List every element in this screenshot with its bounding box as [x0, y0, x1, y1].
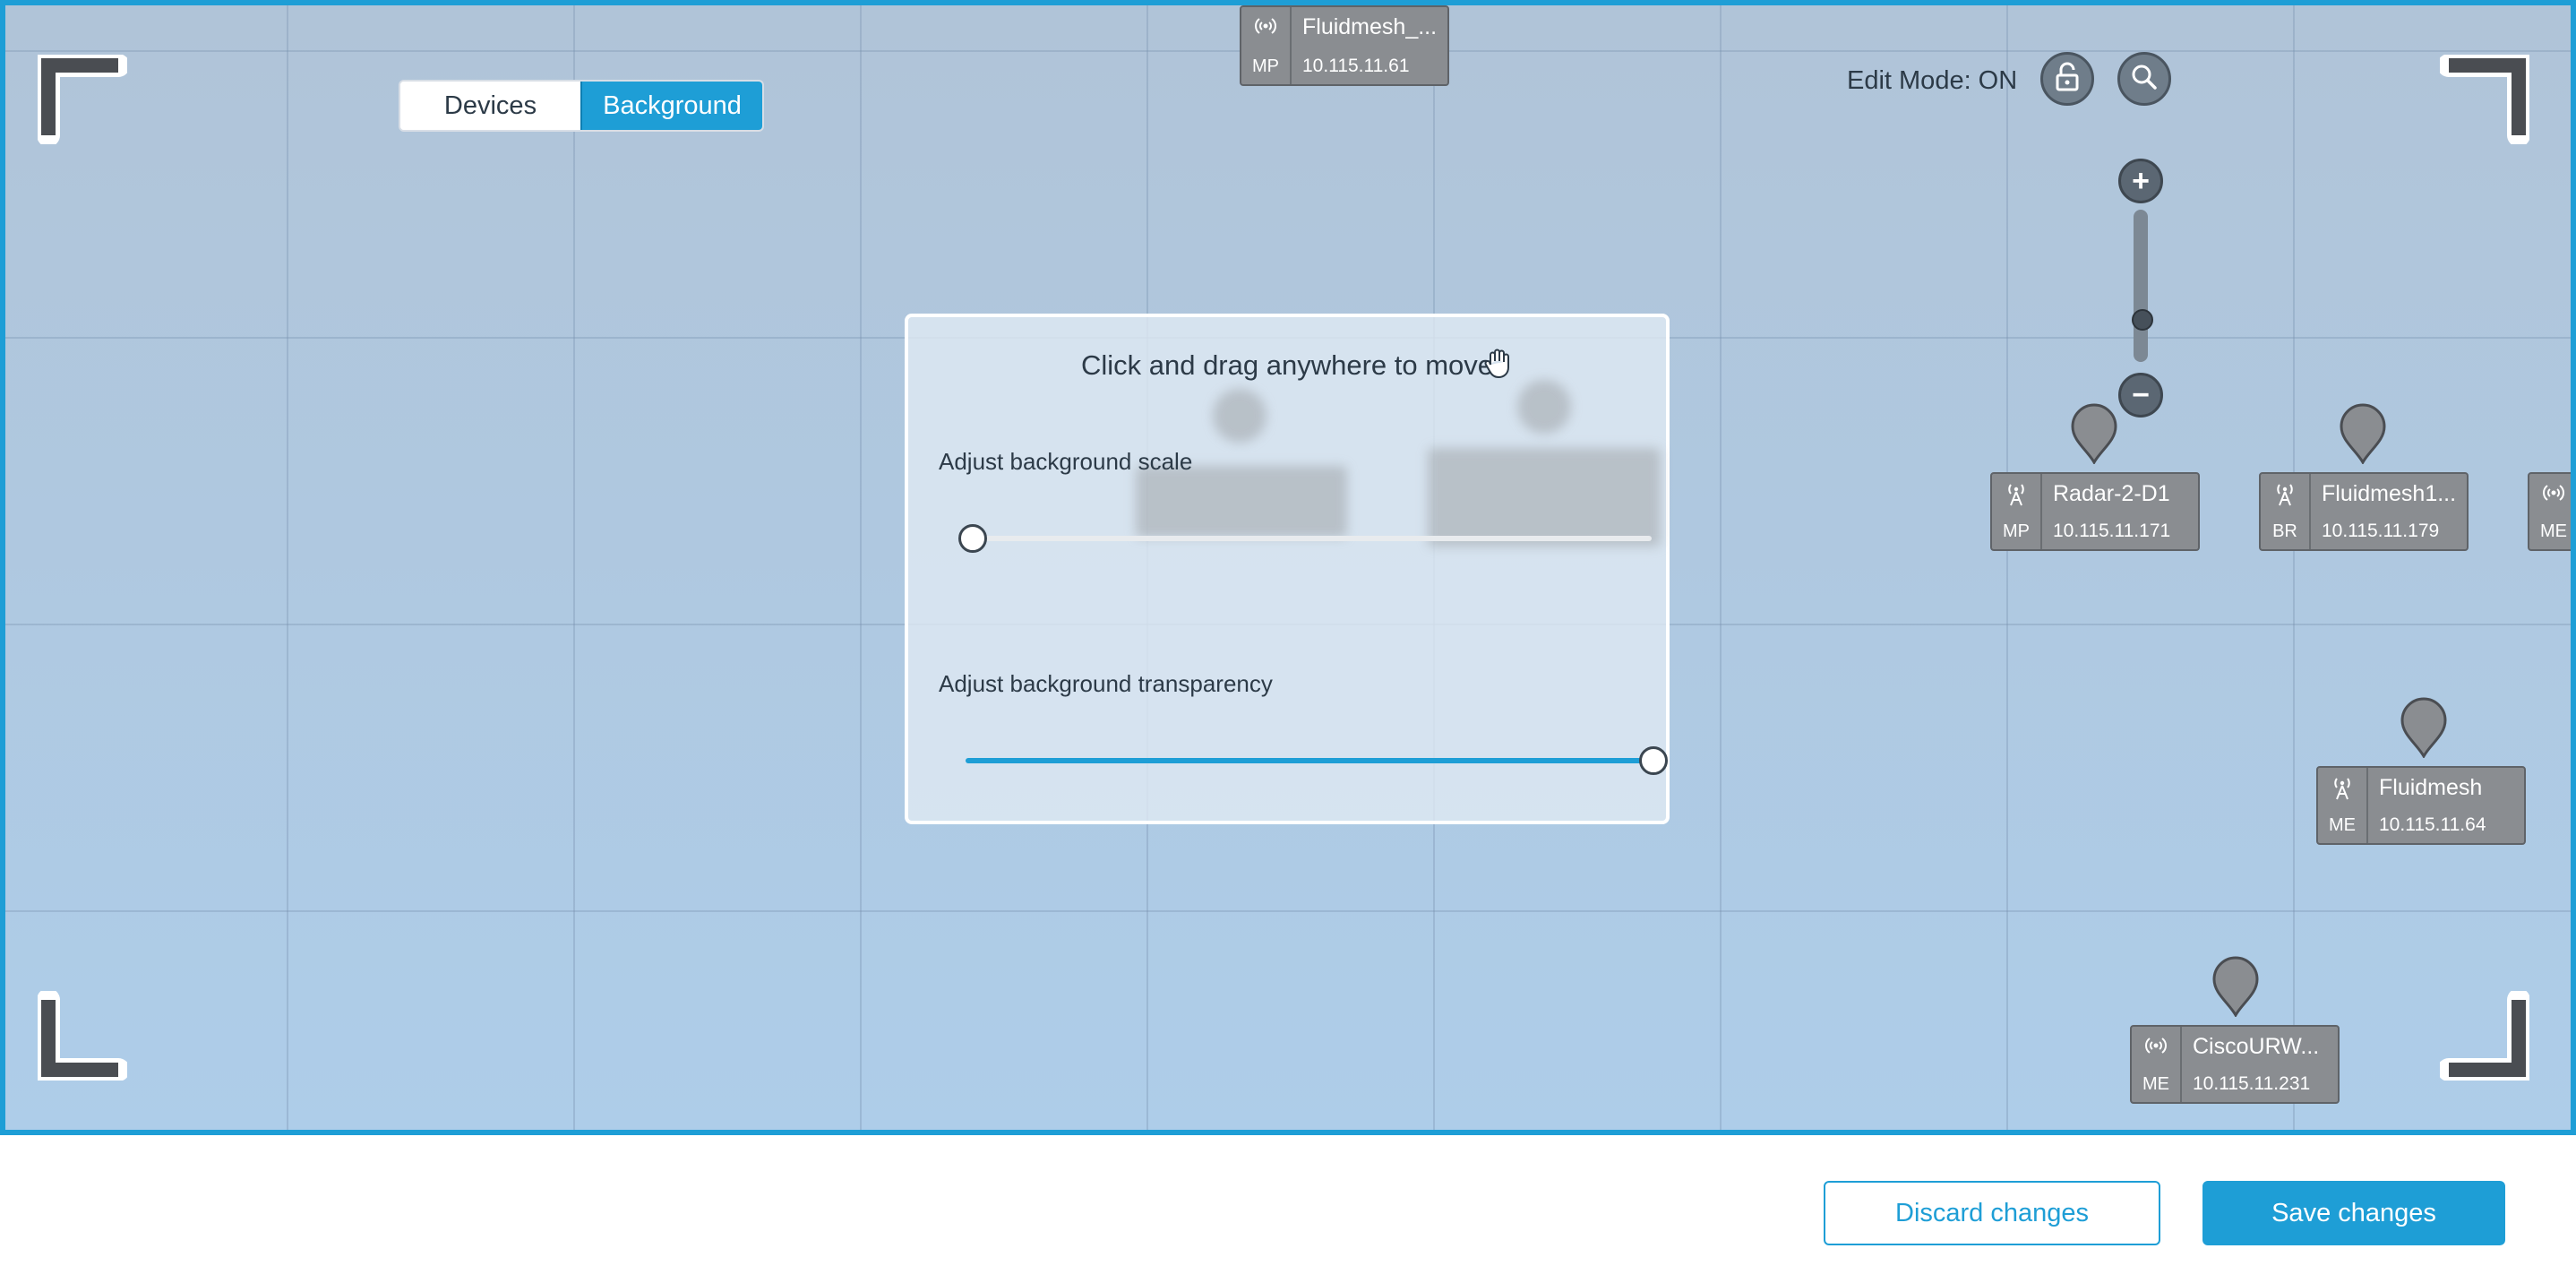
device-ip: 10.115.11.64 [2379, 814, 2486, 835]
corner-bracket-bottom-left [38, 991, 127, 1081]
edit-mode-label: Edit Mode: ON [1847, 66, 2018, 95]
device-card[interactable]: ME [2528, 472, 2571, 551]
blurred-device-ghost [1428, 448, 1661, 547]
map-pin-icon [2338, 403, 2388, 464]
corner-bracket-bottom-right [2440, 991, 2529, 1081]
map-pin-icon [2211, 956, 2261, 1017]
device-name: CiscoURW... [2193, 1034, 2320, 1059]
hand-grab-icon [1481, 346, 1516, 380]
panel-title: Click and drag anywhere to move [1080, 349, 1494, 381]
view-toggle: Devices Background [399, 80, 764, 132]
antenna-tower-icon [2332, 777, 2352, 805]
save-changes-button[interactable]: Save changes [2202, 1181, 2505, 1245]
blurred-pin-ghost [1213, 389, 1267, 443]
antenna-icon [1254, 16, 1277, 40]
scale-slider-track[interactable] [971, 536, 1652, 541]
map-pin-icon [2069, 403, 2119, 464]
device-name: Fluidmesh1... [2322, 481, 2457, 506]
device-name: Fluidmesh_... [1302, 14, 1438, 39]
antenna-icon [2144, 1036, 2168, 1060]
devices-tab[interactable]: Devices [400, 82, 580, 130]
zoom-slider-thumb[interactable] [2132, 309, 2153, 331]
device-ip: 10.115.11.231 [2193, 1073, 2311, 1094]
transparency-label: Adjust background transparency [939, 670, 1273, 697]
blurred-device-ghost [1136, 466, 1347, 538]
device-card[interactable]: ME CiscoURW... 10.115.11.231 [2130, 1025, 2340, 1104]
device-role: ME [2540, 521, 2567, 541]
scale-slider-thumb[interactable] [958, 524, 987, 553]
antenna-icon [2542, 483, 2565, 507]
corner-bracket-top-left [38, 55, 127, 144]
background-adjust-panel[interactable]: Click and drag anywhere to move Adjust b… [905, 314, 1670, 824]
device-card[interactable]: MP Radar-2-D1 10.115.11.171 [1990, 472, 2200, 551]
device-ip: 10.115.11.171 [2053, 521, 2171, 541]
device-role: ME [2142, 1074, 2169, 1094]
search-button[interactable] [2117, 52, 2171, 106]
discard-changes-button[interactable]: Discard changes [1824, 1181, 2160, 1245]
corner-bracket-top-right [2440, 55, 2529, 144]
search-icon [2130, 63, 2159, 96]
antenna-tower-icon [2275, 483, 2295, 511]
transparency-slider-fill [966, 758, 1646, 763]
device-card[interactable]: MP Fluidmesh_... 10.115.11.61 [1240, 5, 1449, 86]
device-role: MP [1252, 56, 1279, 76]
background-tab[interactable]: Background [580, 82, 762, 130]
zoom-in-button[interactable]: + [2118, 159, 2163, 203]
blurred-pin-ghost [1517, 380, 1571, 434]
device-ip: 10.115.11.61 [1302, 56, 1410, 76]
antenna-tower-icon [2006, 483, 2026, 511]
scale-label: Adjust background scale [939, 448, 1193, 475]
device-card[interactable]: BR Fluidmesh1... 10.115.11.179 [2259, 472, 2469, 551]
device-name: Fluidmesh [2379, 775, 2483, 800]
zoom-slider-track[interactable] [2134, 210, 2148, 362]
device-card[interactable]: ME Fluidmesh 10.115.11.64 [2316, 766, 2526, 845]
map-canvas[interactable]: Devices Background Edit Mode: ON + − MP … [0, 0, 2576, 1135]
device-role: BR [2272, 521, 2297, 541]
device-role: MP [2003, 521, 2030, 541]
unlock-icon [2054, 62, 2081, 97]
zoom-out-button[interactable]: − [2118, 373, 2163, 418]
map-pin-icon [2399, 697, 2449, 758]
device-role: ME [2329, 815, 2356, 835]
device-ip: 10.115.11.179 [2322, 521, 2440, 541]
lock-button[interactable] [2040, 52, 2094, 106]
device-name: Radar-2-D1 [2053, 481, 2170, 506]
transparency-slider-thumb[interactable] [1639, 746, 1668, 775]
